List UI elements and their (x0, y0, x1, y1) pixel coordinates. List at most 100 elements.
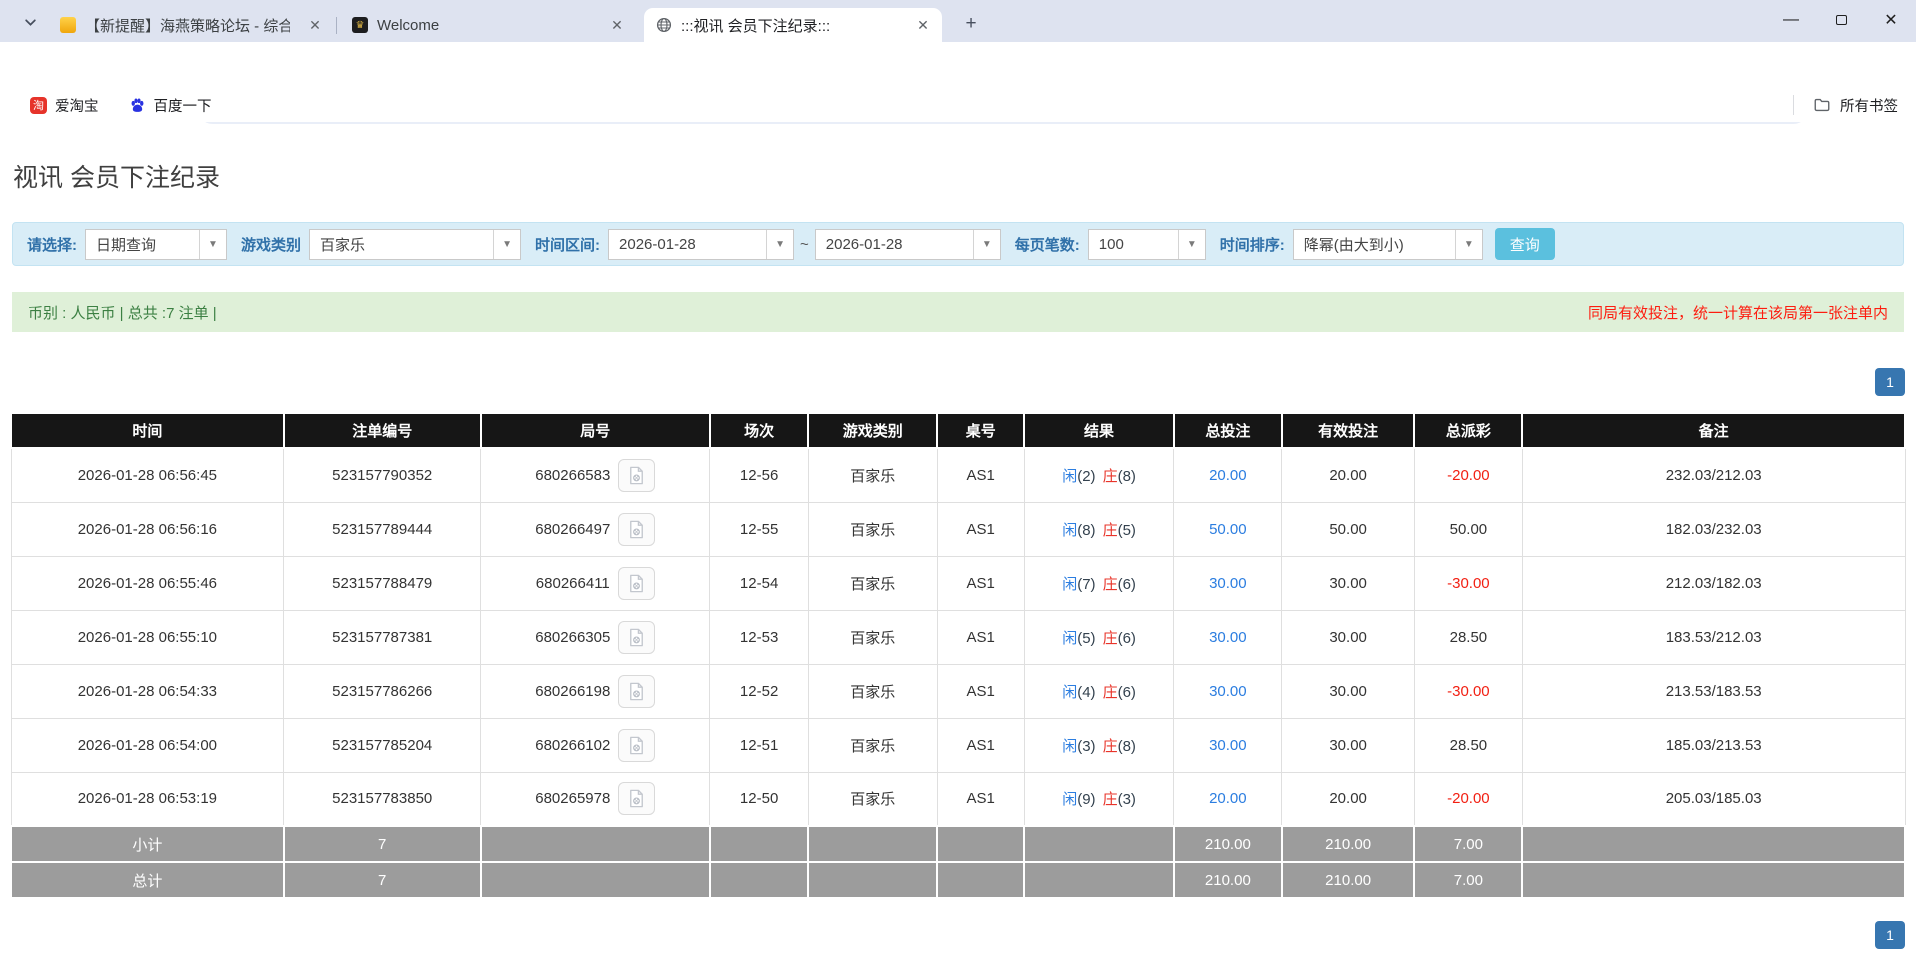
tab-welcome[interactable]: ♛ Welcome ✕ (340, 8, 636, 42)
valid-bet-cell: 50.00 (1282, 502, 1415, 556)
close-icon[interactable]: ✕ (914, 16, 932, 34)
note-cell: 183.53/212.03 (1522, 610, 1905, 664)
tab-search-button[interactable] (18, 10, 42, 34)
valid-bet-cell: 30.00 (1282, 556, 1415, 610)
player-result: 闲 (1062, 630, 1077, 647)
video-file-icon (626, 465, 647, 486)
game-category-cell: 百家乐 (808, 664, 937, 718)
total-bet-cell[interactable]: 30.00 (1174, 718, 1282, 772)
col-header-note: 备注 (1522, 413, 1905, 448)
pagination-page-button[interactable]: 1 (1875, 921, 1905, 949)
sort-select[interactable]: 降幂(由大到小) ▼ (1293, 229, 1483, 260)
grand-total-row: 总计 7 210.00 210.00 7.00 (11, 862, 1905, 898)
bookmarks-bar: 淘 爱淘宝 百度一下 所有书签 (0, 88, 1916, 122)
notice-text: 同局有效投注，统一计算在该局第一张注单内 (1588, 302, 1888, 323)
total-bet-cell[interactable]: 30.00 (1174, 610, 1282, 664)
grand-total-valid-bet: 210.00 (1282, 862, 1415, 898)
summary-bar: 币别 : 人民币 | 总共 :7 注单 | 同局有效投注，统一计算在该局第一张注… (12, 292, 1904, 332)
col-header-time: 时间 (11, 413, 284, 448)
choose-label: 请选择: (27, 234, 77, 255)
tab-title: 【新提醒】海燕策略论坛 - 综合 (85, 15, 290, 36)
bookmark-baidu[interactable]: 百度一下 (129, 95, 212, 116)
caret-down-icon: ▼ (1178, 230, 1205, 259)
session-cell: 12-50 (710, 772, 808, 826)
video-replay-button[interactable] (618, 729, 655, 762)
folder-icon (1813, 96, 1831, 114)
close-window-icon[interactable]: ✕ (1866, 0, 1916, 40)
total-bet-cell[interactable]: 30.00 (1174, 664, 1282, 718)
col-header-session: 场次 (710, 413, 808, 448)
valid-bet-cell: 30.00 (1282, 610, 1415, 664)
note-cell: 205.03/185.03 (1522, 772, 1905, 826)
result-cell: 闲(3)庄(8) (1024, 718, 1174, 772)
video-replay-button[interactable] (618, 459, 655, 492)
table-row: 2026-01-28 06:56:16 523157789444 6802664… (11, 502, 1905, 556)
close-icon[interactable]: ✕ (608, 16, 626, 34)
video-file-icon (626, 788, 647, 809)
query-mode-select[interactable]: 日期查询 ▼ (85, 229, 227, 260)
table-number-cell: AS1 (937, 610, 1024, 664)
all-bookmarks-label[interactable]: 所有书签 (1840, 95, 1898, 116)
note-cell: 213.53/183.53 (1522, 664, 1905, 718)
new-tab-button[interactable]: + (958, 11, 984, 37)
search-button[interactable]: 查询 (1495, 228, 1555, 260)
date-end-select[interactable]: 2026-01-28 ▼ (815, 229, 1001, 260)
tab-forum[interactable]: 【新提醒】海燕策略论坛 - 综合 ✕ (48, 8, 334, 42)
welcome-favicon: ♛ (352, 17, 368, 33)
close-icon[interactable]: ✕ (306, 16, 324, 34)
result-cell: 闲(8)庄(5) (1024, 502, 1174, 556)
table-number-cell: AS1 (937, 718, 1024, 772)
player-result: 闲 (1062, 791, 1077, 808)
tab-betrecord[interactable]: :::视讯 会员下注纪录::: ✕ (644, 8, 942, 42)
total-bet-cell[interactable]: 50.00 (1174, 502, 1282, 556)
col-header-valid-bet: 有效投注 (1282, 413, 1415, 448)
table-number-cell: AS1 (937, 448, 1024, 502)
result-cell: 闲(5)庄(6) (1024, 610, 1174, 664)
round-number-cell: 680266102 (481, 718, 710, 772)
minimize-icon[interactable]: — (1766, 0, 1816, 40)
video-replay-button[interactable] (618, 675, 655, 708)
date-start-select[interactable]: 2026-01-28 ▼ (608, 229, 794, 260)
video-file-icon (626, 681, 647, 702)
bet-number-cell: 523157787381 (284, 610, 481, 664)
caret-down-icon: ▼ (766, 230, 793, 259)
session-cell: 12-56 (710, 448, 808, 502)
bookmark-taobao[interactable]: 淘 爱淘宝 (30, 95, 99, 116)
table-row: 2026-01-28 06:55:10 523157787381 6802663… (11, 610, 1905, 664)
bet-number-cell: 523157785204 (284, 718, 481, 772)
video-replay-button[interactable] (618, 782, 655, 815)
grand-total-total-bet: 210.00 (1174, 862, 1282, 898)
round-number-cell: 680265978 (481, 772, 710, 826)
video-replay-button[interactable] (618, 567, 655, 600)
subtotal-count: 7 (284, 826, 481, 862)
game-category-select[interactable]: 百家乐 ▼ (309, 229, 521, 260)
game-category-cell: 百家乐 (808, 448, 937, 502)
page-size-select[interactable]: 100 ▼ (1088, 229, 1206, 260)
payout-cell: 28.50 (1414, 610, 1522, 664)
time-cell: 2026-01-28 06:54:33 (11, 664, 284, 718)
banker-result: 庄 (1103, 468, 1118, 485)
time-cell: 2026-01-28 06:53:19 (11, 772, 284, 826)
result-cell: 闲(7)庄(6) (1024, 556, 1174, 610)
game-category-cell: 百家乐 (808, 718, 937, 772)
maximize-icon[interactable] (1816, 0, 1866, 40)
pagination-page-button[interactable]: 1 (1875, 368, 1905, 396)
caret-down-icon: ▼ (493, 230, 520, 259)
video-replay-button[interactable] (618, 621, 655, 654)
total-bet-cell[interactable]: 30.00 (1174, 556, 1282, 610)
baidu-paw-icon (129, 97, 146, 114)
session-cell: 12-53 (710, 610, 808, 664)
video-replay-button[interactable] (618, 513, 655, 546)
banker-result: 庄 (1103, 576, 1118, 593)
total-bet-cell[interactable]: 20.00 (1174, 448, 1282, 502)
banker-result: 庄 (1103, 630, 1118, 647)
session-cell: 12-55 (710, 502, 808, 556)
total-bet-cell[interactable]: 20.00 (1174, 772, 1282, 826)
tab-title: Welcome (377, 17, 439, 34)
subtotal-total-bet: 210.00 (1174, 826, 1282, 862)
col-header-table-no: 桌号 (937, 413, 1024, 448)
payout-cell: 28.50 (1414, 718, 1522, 772)
game-category-cell: 百家乐 (808, 556, 937, 610)
payout-cell: -20.00 (1414, 772, 1522, 826)
round-number-cell: 680266497 (481, 502, 710, 556)
